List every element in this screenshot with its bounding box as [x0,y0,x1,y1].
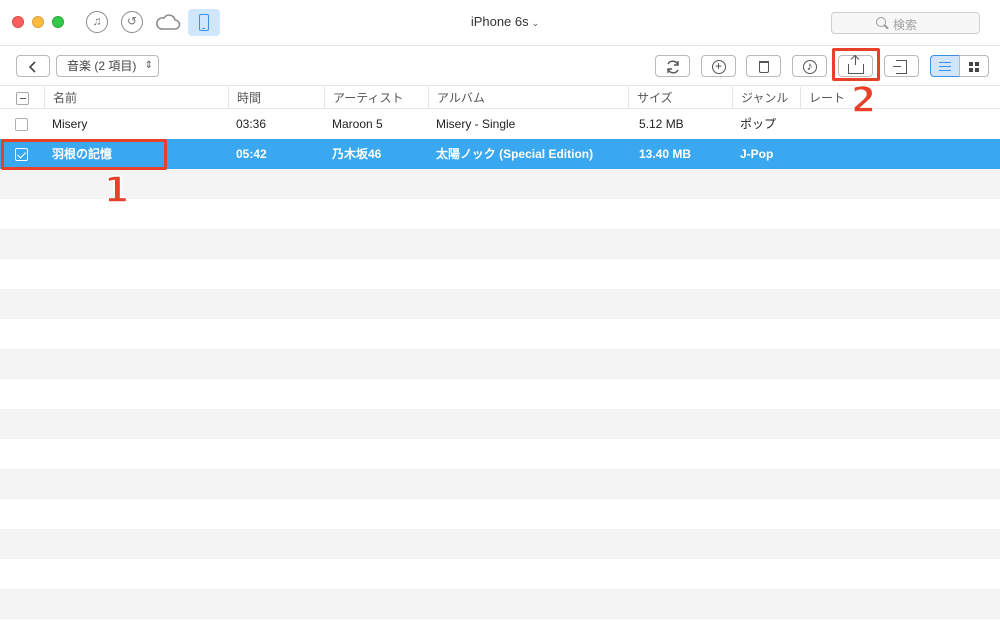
updown-chevron-icon: ⇕ [144,60,153,71]
to-itunes-button[interactable]: ♪ [792,55,827,77]
annotation-box-step-1 [1,139,167,170]
cell-size: 5.12 MB [639,117,684,131]
search-placeholder: 検索 [893,18,918,32]
cell-name: Misery [52,117,88,131]
device-name: iPhone 6s [470,14,529,29]
cell-artist: 乃木坂46 [332,147,382,161]
cloud-icon[interactable] [155,12,181,32]
empty-row [0,589,1000,619]
search-icon [876,17,886,27]
cell-time: 03:36 [236,117,267,131]
column-header-time[interactable]: 時間 [228,87,324,109]
grid-view-toggle[interactable] [959,55,989,77]
column-header-rate[interactable]: レート [800,87,1000,109]
category-selector[interactable]: 音楽 (2 項目) ⇕ [56,55,159,77]
empty-row [0,439,1000,469]
empty-row [0,199,1000,229]
list-view-toggle[interactable] [930,55,960,77]
delete-button[interactable] [746,55,781,77]
row-checkbox[interactable] [15,118,28,131]
minimize-window-button[interactable] [32,16,44,28]
empty-row [0,559,1000,589]
empty-row [0,169,1000,199]
title-bar: ♫ ↺ iPhone 6s ⌄ 検索 [0,0,1000,46]
column-header-size[interactable]: サイズ [628,87,732,109]
grid-view-icon [969,61,979,72]
device-selector[interactable]: iPhone 6s ⌄ [440,14,570,29]
cell-genre: J-Pop [740,147,774,161]
column-header-name[interactable]: 名前 [44,87,228,109]
cell-time: 05:42 [236,147,267,161]
empty-row [0,229,1000,259]
refresh-icon [666,60,679,74]
chevron-left-icon [28,61,36,73]
trash-icon [758,60,769,73]
cell-album: 太陽ノック (Special Edition) [436,147,594,161]
select-all-checkbox[interactable] [16,92,29,105]
empty-row [0,499,1000,529]
empty-row [0,259,1000,289]
annotation-number-2: 2 [850,79,877,122]
back-button[interactable] [16,55,50,77]
cell-size: 13.40 MB [639,147,692,161]
close-window-button[interactable] [12,16,24,28]
empty-row [0,349,1000,379]
empty-row [0,289,1000,319]
empty-row [0,469,1000,499]
add-button[interactable]: + [701,55,736,77]
music-icon[interactable]: ♫ [86,11,108,33]
list-view-icon [939,62,951,72]
column-header-album[interactable]: アルバム [428,87,628,109]
annotation-number-1: 1 [103,169,130,212]
restore-icon[interactable]: ↺ [121,11,143,33]
add-icon: + [711,59,726,74]
empty-row [0,409,1000,439]
cell-genre: ポップ [740,117,777,131]
itunes-icon: ♪ [802,59,817,74]
import-icon [893,59,907,74]
column-header-artist[interactable]: アーティスト [324,87,428,109]
cell-artist: Maroon 5 [332,117,383,131]
column-header-genre[interactable]: ジャンル [732,87,800,109]
zoom-window-button[interactable] [52,16,64,28]
phone-icon[interactable] [188,9,220,36]
chevron-down-icon: ⌄ [531,18,540,28]
empty-row [0,319,1000,349]
table-header: 名前 時間 アーティスト アルバム サイズ ジャンル レート [0,87,1000,109]
cell-album: Misery - Single [436,117,516,131]
search-input[interactable]: 検索 [831,12,980,34]
table-row[interactable]: Misery 03:36 Maroon 5 Misery - Single 5.… [0,109,1000,139]
empty-row [0,529,1000,559]
song-list: Misery 03:36 Maroon 5 Misery - Single 5.… [0,109,1000,620]
category-label: 音楽 (2 項目) [67,59,137,73]
refresh-button[interactable] [655,55,690,77]
annotation-box-step-2 [832,48,880,81]
import-button[interactable] [884,55,919,77]
empty-row [0,379,1000,409]
